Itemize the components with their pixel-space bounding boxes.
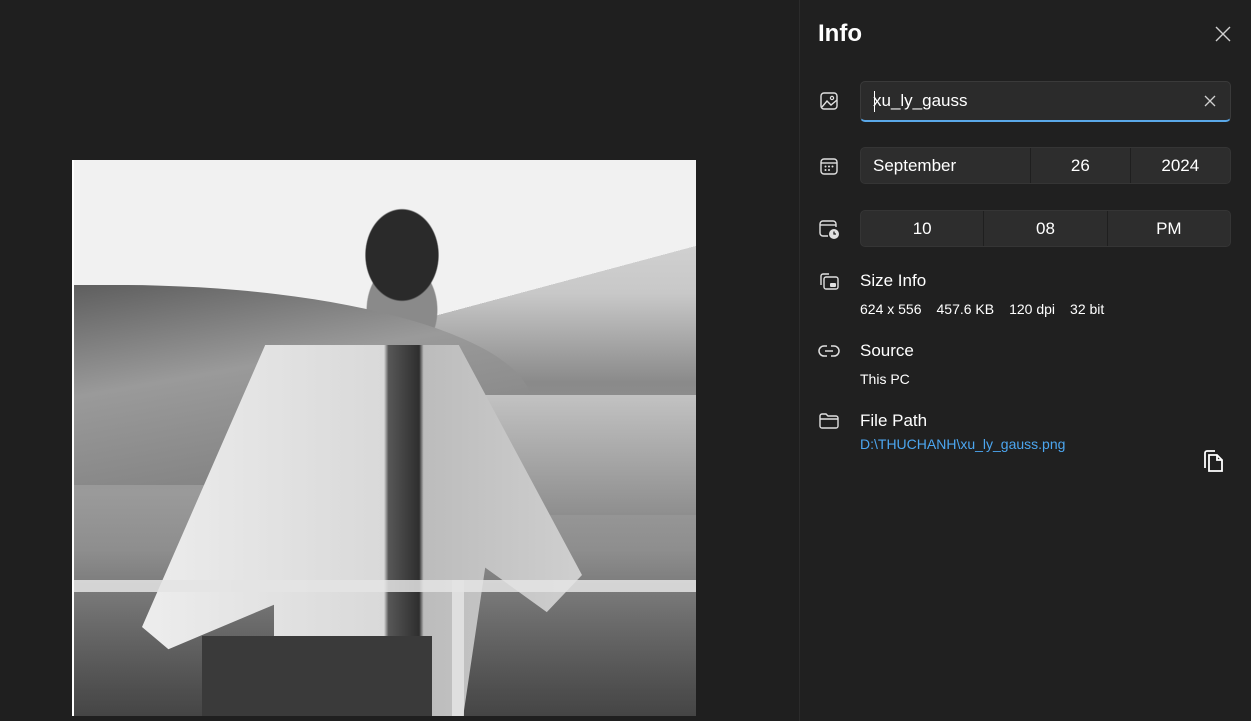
hour-selector[interactable]: 10 — [861, 211, 985, 246]
close-icon — [1215, 26, 1231, 42]
file-name-input[interactable] — [873, 82, 1183, 120]
clear-icon — [1204, 95, 1216, 107]
panel-title: Info — [818, 20, 862, 47]
year-selector[interactable]: 2024 — [1131, 148, 1230, 183]
date-picker[interactable]: September 26 2024 — [860, 147, 1231, 184]
source-value: This PC — [860, 371, 910, 387]
size-info-values: 624 x 556 457.6 KB 120 dpi 32 bit — [860, 301, 1119, 317]
calendar-clock-icon — [818, 218, 840, 240]
image-viewer — [0, 0, 799, 721]
calendar-icon — [818, 155, 840, 177]
folder-icon — [818, 410, 840, 432]
photo-edge — [72, 160, 74, 716]
clear-name-button[interactable] — [1200, 91, 1220, 111]
day-selector[interactable]: 26 — [1031, 148, 1131, 183]
displayed-photo — [72, 160, 696, 716]
image-dpi: 120 dpi — [1009, 301, 1056, 317]
file-path-link[interactable]: D:\THUCHANH\xu_ly_gauss.png — [860, 436, 1065, 452]
text-caret — [874, 91, 875, 112]
time-picker[interactable]: 10 08 PM — [860, 210, 1231, 247]
close-button[interactable] — [1209, 20, 1237, 48]
link-icon — [818, 340, 840, 362]
image-dimensions: 624 x 556 — [860, 301, 922, 317]
size-info-icon — [818, 270, 840, 292]
bit-depth: 32 bit — [1070, 301, 1105, 317]
month-selector[interactable]: September — [861, 148, 1032, 183]
copy-path-button[interactable] — [1199, 446, 1227, 476]
copy-icon — [1204, 450, 1223, 472]
file-size: 457.6 KB — [936, 301, 995, 317]
minute-selector[interactable]: 08 — [984, 211, 1108, 246]
info-panel: Info September 26 2024 — [799, 0, 1251, 721]
file-name-field[interactable] — [860, 81, 1231, 122]
file-path-title: File Path — [860, 411, 928, 430]
image-icon — [818, 90, 840, 112]
period-selector[interactable]: PM — [1108, 211, 1230, 246]
source-title: Source — [860, 341, 914, 360]
size-info-title: Size Info — [860, 271, 927, 290]
